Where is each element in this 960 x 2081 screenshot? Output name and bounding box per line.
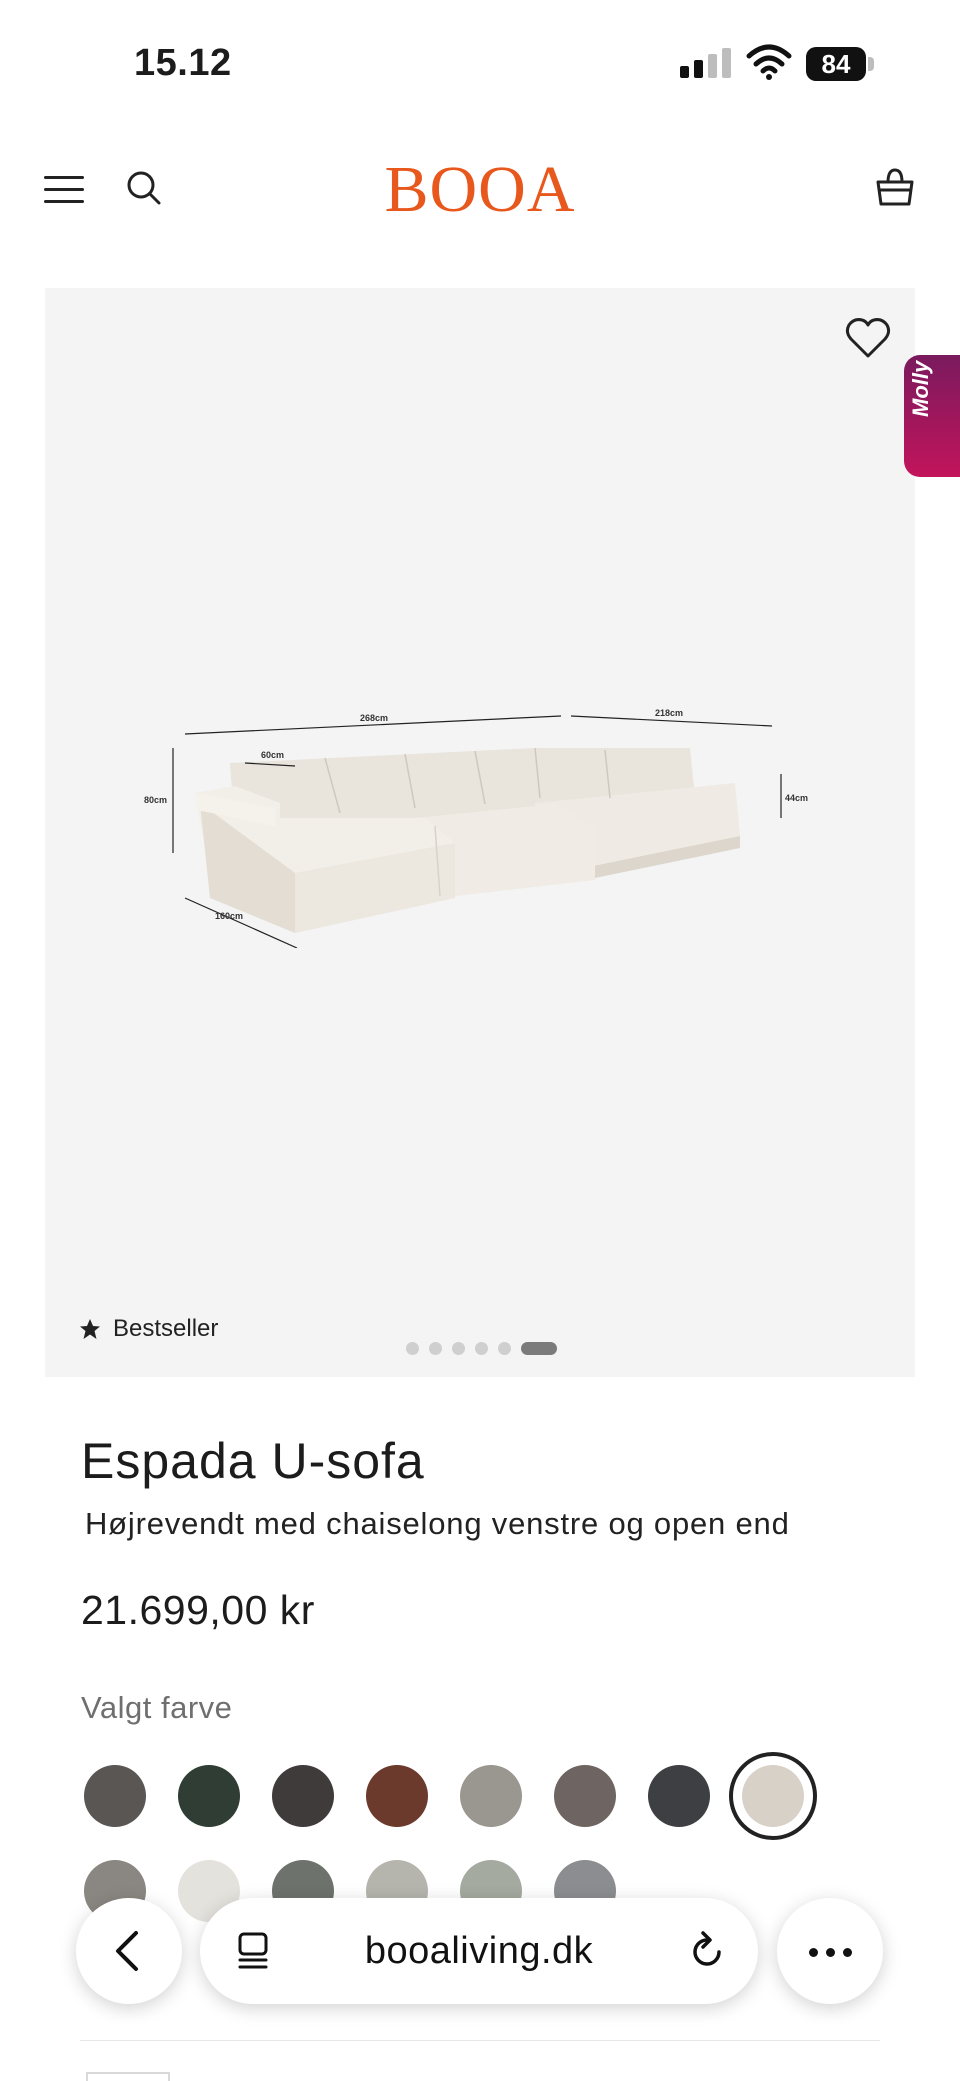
browser-back-button[interactable] bbox=[76, 1898, 182, 2004]
carousel-dots[interactable] bbox=[406, 1342, 557, 1355]
product-price: 21.699,00 kr bbox=[81, 1587, 315, 1633]
color-swatch[interactable] bbox=[366, 1765, 428, 1827]
heart-icon[interactable] bbox=[845, 316, 891, 360]
carousel-dot[interactable] bbox=[475, 1342, 488, 1355]
carousel-dot-active[interactable] bbox=[521, 1342, 557, 1355]
divider bbox=[80, 2040, 880, 2041]
bestseller-badge: Bestseller bbox=[79, 1315, 218, 1343]
more-dots-icon bbox=[826, 1948, 835, 1957]
selected-color-label: Valgt farve bbox=[81, 1690, 233, 1725]
dimension-arm-depth: 60cm bbox=[261, 750, 284, 760]
site-header: BOOA bbox=[0, 140, 960, 240]
more-options-button[interactable] bbox=[777, 1898, 883, 2004]
basket-icon[interactable] bbox=[874, 164, 916, 210]
dimension-back-length: 268cm bbox=[360, 713, 388, 723]
color-swatch[interactable] bbox=[742, 1765, 804, 1827]
wifi-icon bbox=[746, 44, 792, 80]
carousel-dot[interactable] bbox=[406, 1342, 419, 1355]
color-swatch[interactable] bbox=[460, 1765, 522, 1827]
reload-icon[interactable] bbox=[688, 1928, 728, 1972]
product-title: Espada U-sofa bbox=[81, 1433, 425, 1489]
color-swatch[interactable] bbox=[272, 1765, 334, 1827]
more-dots-icon bbox=[809, 1948, 818, 1957]
more-dots-icon bbox=[843, 1948, 852, 1957]
badge-label: Bestseller bbox=[113, 1315, 219, 1342]
molly-assistant-tab[interactable]: Molly bbox=[904, 355, 960, 477]
faded-box bbox=[86, 2072, 170, 2081]
status-time: 15.12 bbox=[134, 42, 232, 84]
color-swatch[interactable] bbox=[648, 1765, 710, 1827]
product-image-gallery[interactable]: 268cm 218cm 60cm 80cm 160cm 44cm Bestsel… bbox=[45, 288, 915, 1377]
booa-logo[interactable]: BOOA bbox=[0, 152, 960, 228]
carousel-dot[interactable] bbox=[498, 1342, 511, 1355]
cellular-signal-icon bbox=[680, 48, 732, 78]
dimension-side-length: 218cm bbox=[655, 708, 683, 718]
color-swatch[interactable] bbox=[554, 1765, 616, 1827]
sofa-product-image: 268cm 218cm 60cm 80cm 160cm 44cm bbox=[144, 708, 808, 948]
color-swatch[interactable] bbox=[178, 1765, 240, 1827]
status-bar: 15.12 84 bbox=[0, 0, 960, 130]
dimension-height: 80cm bbox=[144, 795, 167, 805]
dimension-chaise-length: 160cm bbox=[215, 911, 243, 921]
color-swatch[interactable] bbox=[84, 1765, 146, 1827]
star-icon bbox=[80, 1319, 100, 1339]
product-subtitle: Højrevendt med chaiselong venstre og ope… bbox=[85, 1506, 790, 1541]
address-bar[interactable]: booaliving.dk bbox=[200, 1898, 758, 2004]
carousel-dot[interactable] bbox=[429, 1342, 442, 1355]
carousel-dot[interactable] bbox=[452, 1342, 465, 1355]
battery-tip bbox=[868, 57, 874, 71]
battery-indicator: 84 bbox=[806, 47, 866, 81]
dimension-seat-height: 44cm bbox=[785, 793, 808, 803]
molly-label: Molly bbox=[908, 360, 933, 417]
url-text[interactable]: booaliving.dk bbox=[200, 1930, 758, 1973]
chevron-left-icon bbox=[116, 1931, 138, 1971]
